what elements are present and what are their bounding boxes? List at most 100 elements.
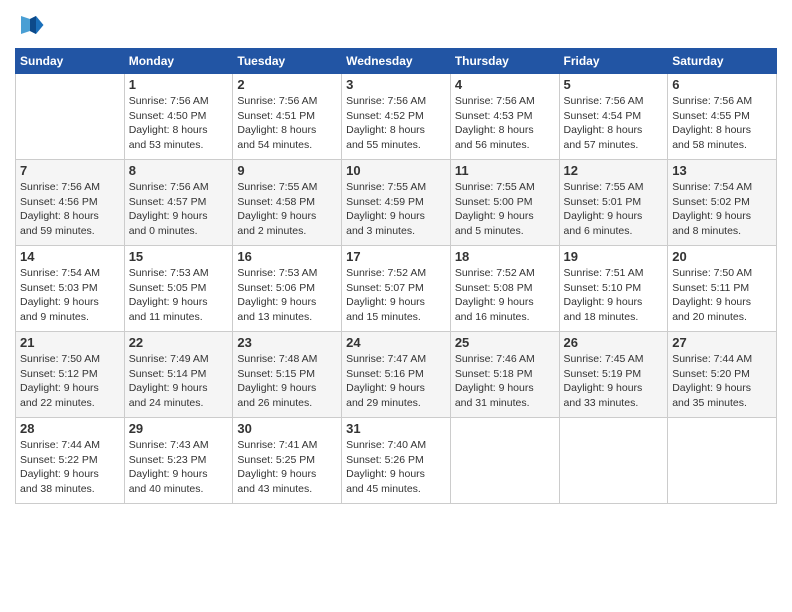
- weekday-header-saturday: Saturday: [668, 49, 777, 74]
- calendar-cell: 15 Sunrise: 7:53 AMSunset: 5:05 PMDayligh…: [124, 246, 233, 332]
- day-info: Sunrise: 7:56 AMSunset: 4:56 PMDaylight:…: [20, 180, 120, 239]
- day-number: 31: [346, 421, 446, 436]
- day-number: 21: [20, 335, 120, 350]
- day-info: Sunrise: 7:49 AMSunset: 5:14 PMDaylight:…: [129, 352, 229, 411]
- day-number: 7: [20, 163, 120, 178]
- day-number: 11: [455, 163, 555, 178]
- day-info: Sunrise: 7:56 AMSunset: 4:55 PMDaylight:…: [672, 94, 772, 153]
- day-info: Sunrise: 7:55 AMSunset: 5:01 PMDaylight:…: [564, 180, 664, 239]
- day-number: 10: [346, 163, 446, 178]
- page-container: SundayMondayTuesdayWednesdayThursdayFrid…: [0, 0, 792, 514]
- calendar-cell: 13Sunrise: 7:54 AMSunset: 5:02 PMDayligh…: [668, 160, 777, 246]
- day-number: 28: [20, 421, 120, 436]
- calendar-cell: 8 Sunrise: 7:56 AMSunset: 4:57 PMDaylight…: [124, 160, 233, 246]
- calendar-cell: 31 Sunrise: 7:40 AMSunset: 5:26 PMDayligh…: [342, 418, 451, 504]
- day-number: 23: [237, 335, 337, 350]
- calendar-cell: 12 Sunrise: 7:55 AMSunset: 5:01 PMDayligh…: [559, 160, 668, 246]
- logo: [15, 10, 49, 40]
- day-number: 6: [672, 77, 772, 92]
- calendar-cell: 23 Sunrise: 7:48 AMSunset: 5:15 PMDayligh…: [233, 332, 342, 418]
- day-info: Sunrise: 7:45 AMSunset: 5:19 PMDaylight:…: [564, 352, 664, 411]
- day-info: Sunrise: 7:53 AMSunset: 5:06 PMDaylight:…: [237, 266, 337, 325]
- day-info: Sunrise: 7:48 AMSunset: 5:15 PMDaylight:…: [237, 352, 337, 411]
- day-number: 1: [129, 77, 229, 92]
- calendar-cell: 1 Sunrise: 7:56 AMSunset: 4:50 PMDaylight…: [124, 74, 233, 160]
- calendar-cell: 21Sunrise: 7:50 AMSunset: 5:12 PMDayligh…: [16, 332, 125, 418]
- logo-icon: [15, 10, 45, 40]
- day-number: 17: [346, 249, 446, 264]
- day-number: 16: [237, 249, 337, 264]
- calendar-cell: 4 Sunrise: 7:56 AMSunset: 4:53 PMDaylight…: [450, 74, 559, 160]
- calendar-cell: 24 Sunrise: 7:47 AMSunset: 5:16 PMDayligh…: [342, 332, 451, 418]
- day-number: 18: [455, 249, 555, 264]
- day-number: 14: [20, 249, 120, 264]
- day-number: 30: [237, 421, 337, 436]
- calendar-cell: 11 Sunrise: 7:55 AMSunset: 5:00 PMDayligh…: [450, 160, 559, 246]
- day-number: 15: [129, 249, 229, 264]
- day-info: Sunrise: 7:44 AMSunset: 5:22 PMDaylight:…: [20, 438, 120, 497]
- weekday-header-wednesday: Wednesday: [342, 49, 451, 74]
- calendar-cell: [450, 418, 559, 504]
- calendar-cell: 2 Sunrise: 7:56 AMSunset: 4:51 PMDaylight…: [233, 74, 342, 160]
- calendar-cell: 7 Sunrise: 7:56 AMSunset: 4:56 PMDaylight…: [16, 160, 125, 246]
- weekday-header-sunday: Sunday: [16, 49, 125, 74]
- calendar-cell: 22 Sunrise: 7:49 AMSunset: 5:14 PMDayligh…: [124, 332, 233, 418]
- day-info: Sunrise: 7:55 AMSunset: 5:00 PMDaylight:…: [455, 180, 555, 239]
- day-info: Sunrise: 7:50 AMSunset: 5:11 PMDaylight:…: [672, 266, 772, 325]
- calendar-week-3: 14Sunrise: 7:54 AMSunset: 5:03 PMDayligh…: [16, 246, 777, 332]
- day-info: Sunrise: 7:43 AMSunset: 5:23 PMDaylight:…: [129, 438, 229, 497]
- day-info: Sunrise: 7:53 AMSunset: 5:05 PMDaylight:…: [129, 266, 229, 325]
- weekday-header-monday: Monday: [124, 49, 233, 74]
- weekday-header-thursday: Thursday: [450, 49, 559, 74]
- day-info: Sunrise: 7:41 AMSunset: 5:25 PMDaylight:…: [237, 438, 337, 497]
- calendar-cell: [16, 74, 125, 160]
- calendar-cell: 29Sunrise: 7:43 AMSunset: 5:23 PMDayligh…: [124, 418, 233, 504]
- calendar-cell: 10 Sunrise: 7:55 AMSunset: 4:59 PMDayligh…: [342, 160, 451, 246]
- day-number: 2: [237, 77, 337, 92]
- calendar-cell: 6 Sunrise: 7:56 AMSunset: 4:55 PMDaylight…: [668, 74, 777, 160]
- day-info: Sunrise: 7:52 AMSunset: 5:08 PMDaylight:…: [455, 266, 555, 325]
- calendar-cell: 26 Sunrise: 7:45 AMSunset: 5:19 PMDayligh…: [559, 332, 668, 418]
- day-info: Sunrise: 7:56 AMSunset: 4:51 PMDaylight:…: [237, 94, 337, 153]
- day-number: 27: [672, 335, 772, 350]
- day-info: Sunrise: 7:52 AMSunset: 5:07 PMDaylight:…: [346, 266, 446, 325]
- calendar-header: SundayMondayTuesdayWednesdayThursdayFrid…: [16, 49, 777, 74]
- day-number: 22: [129, 335, 229, 350]
- day-number: 8: [129, 163, 229, 178]
- calendar-cell: 5 Sunrise: 7:56 AMSunset: 4:54 PMDaylight…: [559, 74, 668, 160]
- calendar-cell: 9 Sunrise: 7:55 AMSunset: 4:58 PMDaylight…: [233, 160, 342, 246]
- day-info: Sunrise: 7:56 AMSunset: 4:53 PMDaylight:…: [455, 94, 555, 153]
- day-number: 4: [455, 77, 555, 92]
- day-info: Sunrise: 7:47 AMSunset: 5:16 PMDaylight:…: [346, 352, 446, 411]
- calendar-cell: 18 Sunrise: 7:52 AMSunset: 5:08 PMDayligh…: [450, 246, 559, 332]
- calendar-week-1: 1 Sunrise: 7:56 AMSunset: 4:50 PMDaylight…: [16, 74, 777, 160]
- day-info: Sunrise: 7:56 AMSunset: 4:57 PMDaylight:…: [129, 180, 229, 239]
- day-number: 24: [346, 335, 446, 350]
- day-number: 19: [564, 249, 664, 264]
- calendar-cell: 20Sunrise: 7:50 AMSunset: 5:11 PMDayligh…: [668, 246, 777, 332]
- weekday-header-tuesday: Tuesday: [233, 49, 342, 74]
- calendar-cell: 17 Sunrise: 7:52 AMSunset: 5:07 PMDayligh…: [342, 246, 451, 332]
- day-info: Sunrise: 7:40 AMSunset: 5:26 PMDaylight:…: [346, 438, 446, 497]
- day-number: 26: [564, 335, 664, 350]
- day-info: Sunrise: 7:55 AMSunset: 4:59 PMDaylight:…: [346, 180, 446, 239]
- day-info: Sunrise: 7:56 AMSunset: 4:50 PMDaylight:…: [129, 94, 229, 153]
- day-info: Sunrise: 7:56 AMSunset: 4:52 PMDaylight:…: [346, 94, 446, 153]
- day-number: 9: [237, 163, 337, 178]
- calendar-cell: 30 Sunrise: 7:41 AMSunset: 5:25 PMDayligh…: [233, 418, 342, 504]
- day-info: Sunrise: 7:56 AMSunset: 4:54 PMDaylight:…: [564, 94, 664, 153]
- day-number: 3: [346, 77, 446, 92]
- day-number: 25: [455, 335, 555, 350]
- calendar-cell: 25Sunrise: 7:46 AMSunset: 5:18 PMDayligh…: [450, 332, 559, 418]
- calendar-cell: 19Sunrise: 7:51 AMSunset: 5:10 PMDayligh…: [559, 246, 668, 332]
- day-info: Sunrise: 7:55 AMSunset: 4:58 PMDaylight:…: [237, 180, 337, 239]
- calendar-cell: [668, 418, 777, 504]
- calendar-week-2: 7 Sunrise: 7:56 AMSunset: 4:56 PMDaylight…: [16, 160, 777, 246]
- calendar-week-5: 28 Sunrise: 7:44 AMSunset: 5:22 PMDayligh…: [16, 418, 777, 504]
- calendar-cell: [559, 418, 668, 504]
- calendar-cell: 28 Sunrise: 7:44 AMSunset: 5:22 PMDayligh…: [16, 418, 125, 504]
- day-number: 5: [564, 77, 664, 92]
- header: [15, 10, 777, 40]
- day-info: Sunrise: 7:54 AMSunset: 5:02 PMDaylight:…: [672, 180, 772, 239]
- day-number: 12: [564, 163, 664, 178]
